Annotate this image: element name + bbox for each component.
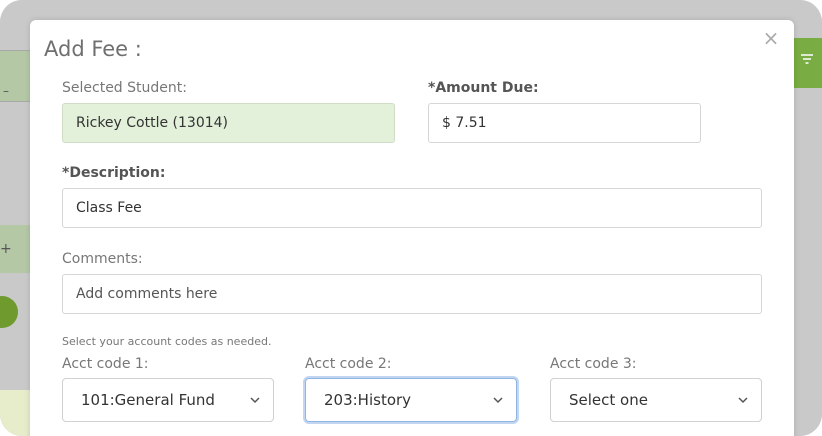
background-plus: +	[0, 241, 12, 257]
filter-icon	[801, 54, 813, 64]
amount-due-label: *Amount Due:	[428, 80, 539, 96]
acct-code-2-label: Acct code 2:	[305, 356, 392, 372]
acct-code-3-label: Acct code 3:	[550, 356, 637, 372]
acct-code-2-value: 203:History	[324, 391, 412, 409]
close-icon[interactable]: ×	[762, 28, 780, 48]
background-highlight	[0, 390, 30, 436]
chevron-down-icon	[493, 397, 503, 404]
description-value: Class Fee	[76, 200, 142, 216]
add-fee-modal: Add Fee : × Selected Student: Rickey Cot…	[30, 20, 794, 436]
acct-code-3-select[interactable]: Select one	[550, 378, 762, 422]
description-label: *Description:	[62, 165, 166, 181]
acct-code-1-value: 101:General Fund	[81, 391, 215, 409]
description-field[interactable]: Class Fee	[62, 188, 762, 228]
selected-student-field: Rickey Cottle (13014)	[62, 103, 395, 143]
selected-student-label: Selected Student:	[62, 80, 187, 96]
account-codes-hint: Select your account codes as needed.	[62, 335, 272, 348]
amount-due-field[interactable]: $ 7.51	[428, 103, 701, 143]
comments-input[interactable]	[76, 286, 761, 302]
acct-code-1-select[interactable]: 101:General Fund	[62, 378, 274, 422]
background-dash: –	[3, 84, 9, 98]
comments-field[interactable]	[62, 274, 762, 314]
chevron-down-icon	[738, 397, 748, 404]
acct-code-3-value: Select one	[569, 391, 648, 409]
chevron-down-icon	[250, 397, 260, 404]
comments-label: Comments:	[62, 251, 143, 267]
selected-student-value: Rickey Cottle (13014)	[76, 115, 229, 131]
amount-due-value: $ 7.51	[442, 115, 487, 131]
acct-code-1-label: Acct code 1:	[62, 356, 149, 372]
acct-code-2-select[interactable]: 203:History	[305, 378, 517, 422]
modal-title: Add Fee :	[44, 37, 142, 61]
